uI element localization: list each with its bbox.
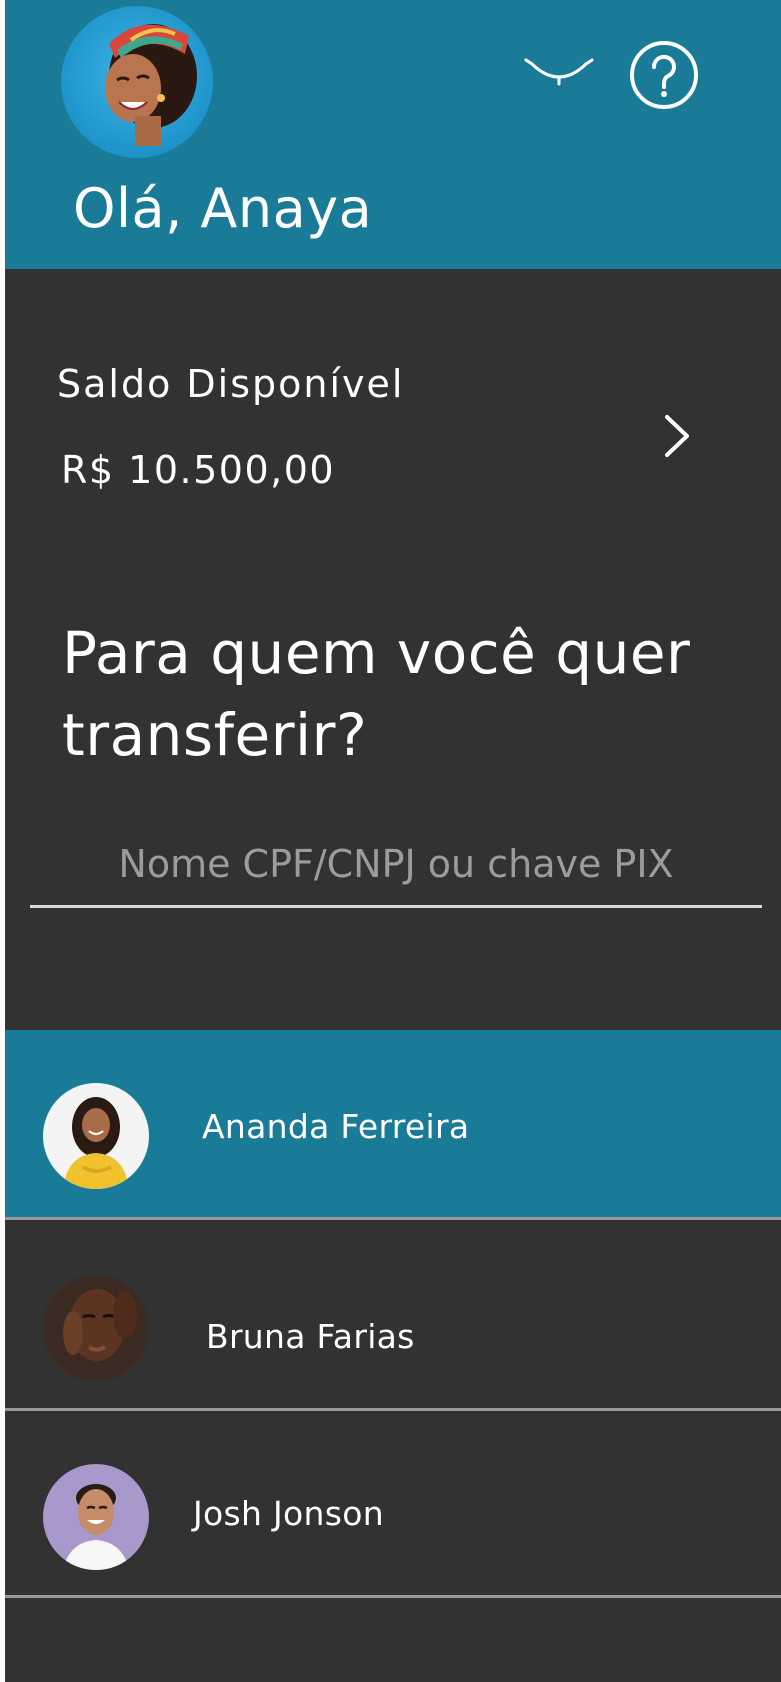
transfer-question: Para quem você quer transferir? <box>62 619 691 769</box>
list-divider <box>5 1595 781 1598</box>
recipient-search-input[interactable] <box>30 838 762 908</box>
question-circle-icon[interactable] <box>629 40 699 110</box>
app-screen: Olá, Anaya Saldo Disponível R$ 10.500,00 <box>5 0 781 1682</box>
balance-value: R$ 10.500,00 <box>61 448 336 492</box>
contact-name: Ananda Ferreira <box>202 1107 470 1146</box>
header: Olá, Anaya <box>5 0 781 269</box>
contact-name: Josh Jonson <box>193 1494 384 1533</box>
contact-item-josh-jonson[interactable]: Josh Jonson <box>5 1411 781 1596</box>
balance-label: Saldo Disponível <box>57 362 405 406</box>
contact-name: Bruna Farias <box>206 1317 415 1356</box>
user-avatar[interactable] <box>61 6 213 158</box>
chevron-right-icon[interactable] <box>659 411 695 461</box>
contact-item-ananda-ferreira[interactable]: Ananda Ferreira <box>5 1030 781 1218</box>
contact-avatar <box>43 1275 149 1381</box>
contact-avatar <box>43 1083 149 1189</box>
contact-avatar <box>43 1464 149 1570</box>
contact-item-bruna-farias[interactable]: Bruna Farias <box>5 1220 781 1408</box>
balance-card[interactable]: Saldo Disponível R$ 10.500,00 <box>5 269 781 519</box>
eye-closed-icon[interactable] <box>524 54 594 94</box>
greeting: Olá, Anaya <box>73 177 373 240</box>
